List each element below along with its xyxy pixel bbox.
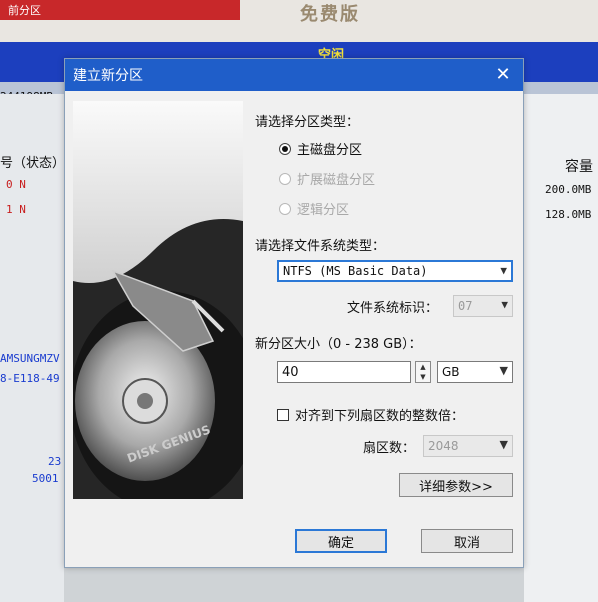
sectors-select[interactable]: 2048 ▼ [423,435,513,457]
radio-logical[interactable]: 逻辑分区 [279,199,349,218]
partition-size-input[interactable]: 40 [277,361,411,383]
new-partition-dialog: 建立新分区 ✕ DISK GENIUS 请选择分区类型： 主磁盘分区 扩展磁盘分… [64,58,524,568]
ok-button[interactable]: 确定 [295,529,387,553]
disk-guid: 8-E118-49 [0,372,60,385]
radio-extended[interactable]: 扩展磁盘分区 [279,169,375,188]
chevron-down-icon: ▼ [499,438,508,451]
row-1-status: 1 N [6,203,26,216]
fs-id-label: 文件系统标识： [347,301,439,316]
cancel-button[interactable]: 取消 [421,529,513,553]
dialog-titlebar[interactable]: 建立新分区 [65,59,523,91]
down-arrow-icon[interactable]: ▼ [416,372,430,382]
details-button[interactable]: 详细参数>> [399,473,513,497]
size-label: 新分区大小（0 - 238 GB）： [255,337,422,352]
radio-dot[interactable] [279,172,291,185]
column-capacity: 容量 [565,159,593,175]
radio-dot[interactable] [279,202,291,215]
fs-type-select[interactable]: NTFS (MS Basic Data) ▼ [277,260,513,282]
row-1-size: 128.0MB [545,208,592,221]
sectors-label: 扇区数： [363,441,416,456]
app-tab[interactable]: 前分区 [0,0,240,20]
chevron-down-icon: ▼ [499,364,508,377]
disk-number-2: 5001 [32,472,59,485]
fs-type-label: 请选择文件系统类型： [255,239,386,254]
column-status: 号（状态） [0,156,66,171]
app-logo: 免费版 [300,4,360,25]
fs-id-select[interactable]: 07 ▼ [453,295,513,317]
size-stepper[interactable]: ▲ ▼ [415,361,431,383]
checkbox-box[interactable] [277,408,289,421]
up-arrow-icon[interactable]: ▲ [416,362,430,372]
radio-primary[interactable]: 主磁盘分区 [279,139,362,158]
disk-number-1: 23 [48,455,62,468]
size-unit-select[interactable]: GB ▼ [437,361,513,383]
disk-model: AMSUNGMZV [0,352,60,365]
row-0-size: 200.0MB [545,183,592,196]
dialog-title: 建立新分区 [73,68,143,84]
row-0-status: 0 N [6,178,26,191]
close-icon[interactable]: ✕ [493,65,513,85]
partition-type-label: 请选择分区类型： [255,115,360,130]
chevron-down-icon: ▼ [501,298,508,311]
align-checkbox[interactable]: 对齐到下列扇区数的整数倍： [277,405,464,424]
chevron-down-icon: ▼ [500,264,507,277]
radio-dot[interactable] [279,142,291,155]
